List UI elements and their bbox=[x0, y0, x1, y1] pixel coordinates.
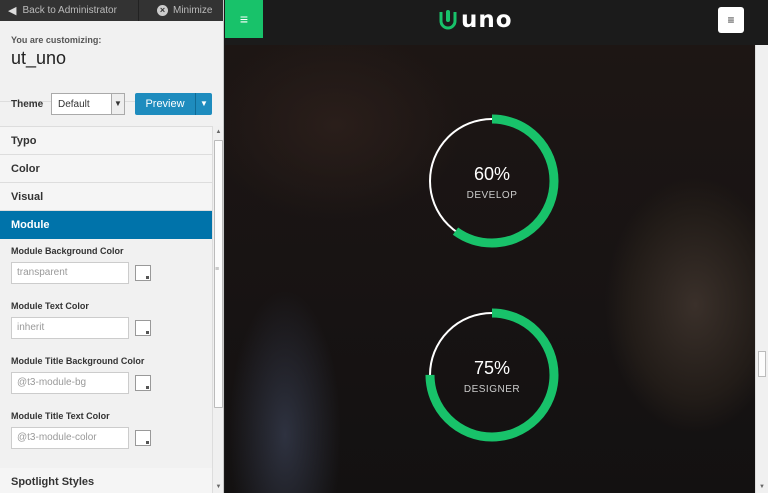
module-title-text-color-input[interactable]: @t3-module-color bbox=[11, 427, 129, 449]
preview-button[interactable]: Preview bbox=[135, 93, 195, 115]
scroll-down-icon[interactable]: ▼ bbox=[756, 481, 768, 493]
theme-select[interactable]: Default ▼ bbox=[51, 93, 125, 115]
control-label: Module Title Background Color bbox=[11, 356, 145, 366]
site-preview: ≡ uno ≡ 60% DEVELOP 75% DESIGNER ▼ bbox=[225, 0, 768, 493]
back-arrow-icon: ◀ bbox=[8, 5, 17, 17]
minimize-button[interactable]: × Minimize bbox=[139, 5, 223, 16]
scroll-down-icon[interactable]: ▼ bbox=[213, 481, 223, 493]
theme-row: Theme Default ▼ Preview ▼ bbox=[11, 92, 213, 116]
skill-label: DESIGNER bbox=[463, 384, 521, 395]
section-spotlight-styles[interactable]: Spotlight Styles bbox=[0, 468, 212, 493]
back-to-admin-button[interactable]: ◀ Back to Administrator bbox=[0, 0, 139, 21]
hamburger-icon: ≡ bbox=[727, 13, 735, 27]
panel-scrollbar[interactable]: ▲ ≡ ▼ bbox=[212, 126, 223, 493]
module-title-text-color-control: Module Title Text Color @t3-module-color bbox=[0, 404, 212, 459]
customizer-topbar: ◀ Back to Administrator × Minimize bbox=[0, 0, 223, 21]
customizer-panel: ◀ Back to Administrator × Minimize You a… bbox=[0, 0, 224, 493]
logo-mark-icon bbox=[439, 10, 457, 30]
hamburger-icon: ≡ bbox=[239, 11, 249, 27]
control-label: Module Text Color bbox=[11, 301, 89, 311]
control-label: Module Title Text Color bbox=[11, 411, 110, 421]
module-bg-color-input[interactable]: transparent bbox=[11, 262, 129, 284]
template-name: ut_uno bbox=[11, 48, 67, 68]
preview-scrollbar[interactable]: ▼ bbox=[755, 45, 768, 493]
module-title-bg-color-control: Module Title Background Color @t3-module… bbox=[0, 349, 212, 404]
module-text-color-input[interactable]: inherit bbox=[11, 317, 129, 339]
site-header: ≡ uno ≡ bbox=[225, 0, 768, 45]
preview-scrollbar-thumb[interactable] bbox=[758, 351, 766, 377]
theme-select-value: Default bbox=[58, 98, 90, 110]
color-picker-icon[interactable] bbox=[135, 265, 151, 281]
scrollbar-thumb[interactable] bbox=[214, 140, 223, 408]
back-label: Back to Administrator bbox=[22, 5, 117, 16]
module-title-bg-color-input[interactable]: @t3-module-bg bbox=[11, 372, 129, 394]
skill-progress-designer: 75% DESIGNER bbox=[422, 305, 562, 445]
skill-percent: 60% bbox=[473, 164, 511, 184]
chevron-down-icon: ▼ bbox=[111, 94, 124, 114]
preview-dropdown-button[interactable]: ▼ bbox=[195, 93, 212, 115]
main-menu-button[interactable]: ≡ bbox=[718, 7, 744, 33]
caret-down-icon: ▼ bbox=[200, 99, 208, 108]
module-text-color-control: Module Text Color inherit bbox=[0, 294, 212, 349]
theme-label: Theme bbox=[11, 98, 44, 110]
color-picker-icon[interactable] bbox=[135, 375, 151, 391]
customizing-label: You are customizing: bbox=[11, 35, 102, 45]
close-circle-icon: × bbox=[157, 5, 168, 16]
section-typo[interactable]: Typo bbox=[0, 127, 212, 155]
color-picker-icon[interactable] bbox=[135, 430, 151, 446]
scroll-up-icon[interactable]: ▲ bbox=[213, 126, 223, 138]
grip-icon: ≡ bbox=[215, 266, 220, 273]
logo-text: uno bbox=[461, 7, 513, 33]
skill-percent: 75% bbox=[473, 358, 511, 378]
customizing-info: You are customizing: ut_uno bbox=[0, 21, 201, 102]
customizer-sections: Typo Color Visual Module Module Backgrou… bbox=[0, 126, 212, 493]
color-picker-icon[interactable] bbox=[135, 320, 151, 336]
section-module[interactable]: Module bbox=[0, 211, 212, 239]
off-canvas-menu-button[interactable]: ≡ bbox=[225, 0, 263, 38]
skill-progress-develop: 60% DEVELOP bbox=[422, 111, 562, 251]
control-label: Module Background Color bbox=[11, 246, 124, 256]
section-color[interactable]: Color bbox=[0, 155, 212, 183]
section-visual[interactable]: Visual bbox=[0, 183, 212, 211]
skill-label: DEVELOP bbox=[466, 190, 518, 201]
preview-group: Preview ▼ bbox=[135, 93, 212, 115]
minimize-label: Minimize bbox=[173, 5, 213, 16]
site-logo[interactable]: uno bbox=[438, 7, 513, 33]
module-bg-color-control: Module Background Color transparent bbox=[0, 239, 212, 294]
